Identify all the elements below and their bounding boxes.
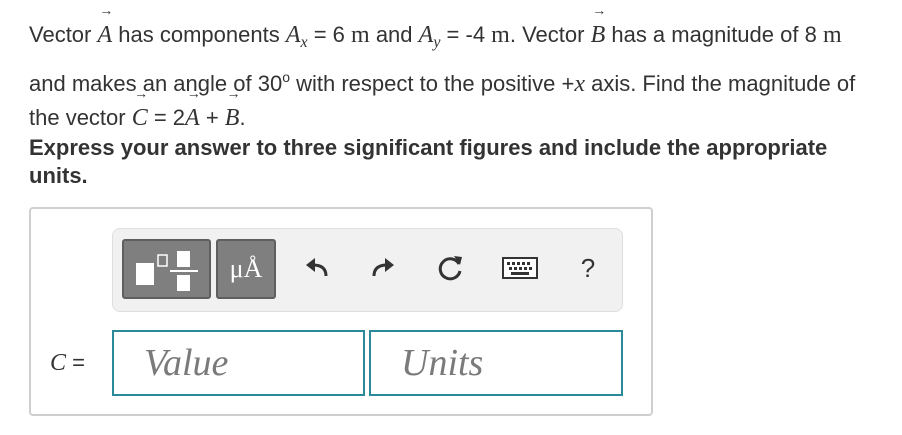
equals-sign: = bbox=[66, 350, 85, 375]
units-button-label: μÅ bbox=[229, 254, 263, 283]
variable-c: C bbox=[50, 350, 67, 376]
problem-text: has components bbox=[112, 22, 286, 47]
problem-statement: Vector → A has components Ax = 6 m and Ay… bbox=[29, 4, 879, 135]
templates-icon bbox=[136, 251, 198, 291]
units-button[interactable]: μÅ bbox=[216, 239, 276, 299]
problem-text: = 6 bbox=[307, 22, 352, 47]
vector-b: → B bbox=[590, 4, 607, 49]
unit-meter: m bbox=[491, 22, 510, 48]
problem-text: . Vector bbox=[509, 22, 591, 47]
vector-a: → A bbox=[185, 87, 201, 132]
value-input[interactable] bbox=[144, 341, 363, 385]
keyboard-icon[interactable] bbox=[502, 253, 538, 283]
problem-text: . bbox=[239, 105, 246, 130]
help-icon[interactable]: ? bbox=[573, 253, 603, 283]
ax-symbol: A bbox=[285, 22, 301, 48]
degree-symbol: o bbox=[282, 69, 290, 85]
x-axis-symbol: x bbox=[574, 71, 585, 97]
problem-text: = 2 bbox=[147, 105, 186, 130]
answer-instruction: Express your answer to three significant… bbox=[29, 135, 828, 188]
problem-text: + bbox=[199, 105, 225, 130]
ay-symbol: A bbox=[418, 22, 434, 48]
problem-text: and makes an angle of 30 bbox=[29, 71, 283, 96]
vector-b: → B bbox=[224, 87, 241, 132]
problem-text: has a magnitude of 8 bbox=[605, 22, 823, 47]
units-field bbox=[369, 330, 623, 396]
problem-text: = -4 bbox=[440, 22, 492, 47]
problem-text: with respect to the positive + bbox=[289, 71, 575, 96]
unit-meter: m bbox=[351, 22, 370, 48]
x-subscript: x bbox=[300, 34, 308, 51]
vector-c: → C bbox=[131, 87, 149, 132]
vector-a: → A bbox=[97, 4, 114, 49]
value-field bbox=[112, 330, 365, 396]
templates-button[interactable] bbox=[122, 239, 211, 299]
help-label: ? bbox=[580, 252, 596, 283]
redo-icon[interactable] bbox=[367, 253, 397, 283]
unit-meter: m bbox=[822, 22, 842, 48]
problem-text: Vector bbox=[29, 22, 98, 47]
answer-variable-label: C = bbox=[50, 350, 85, 377]
units-input[interactable] bbox=[401, 341, 621, 385]
undo-icon[interactable] bbox=[303, 253, 333, 283]
math-toolbar: μÅ ? bbox=[112, 228, 623, 312]
reset-icon[interactable] bbox=[435, 253, 465, 283]
problem-text: and bbox=[369, 22, 419, 47]
